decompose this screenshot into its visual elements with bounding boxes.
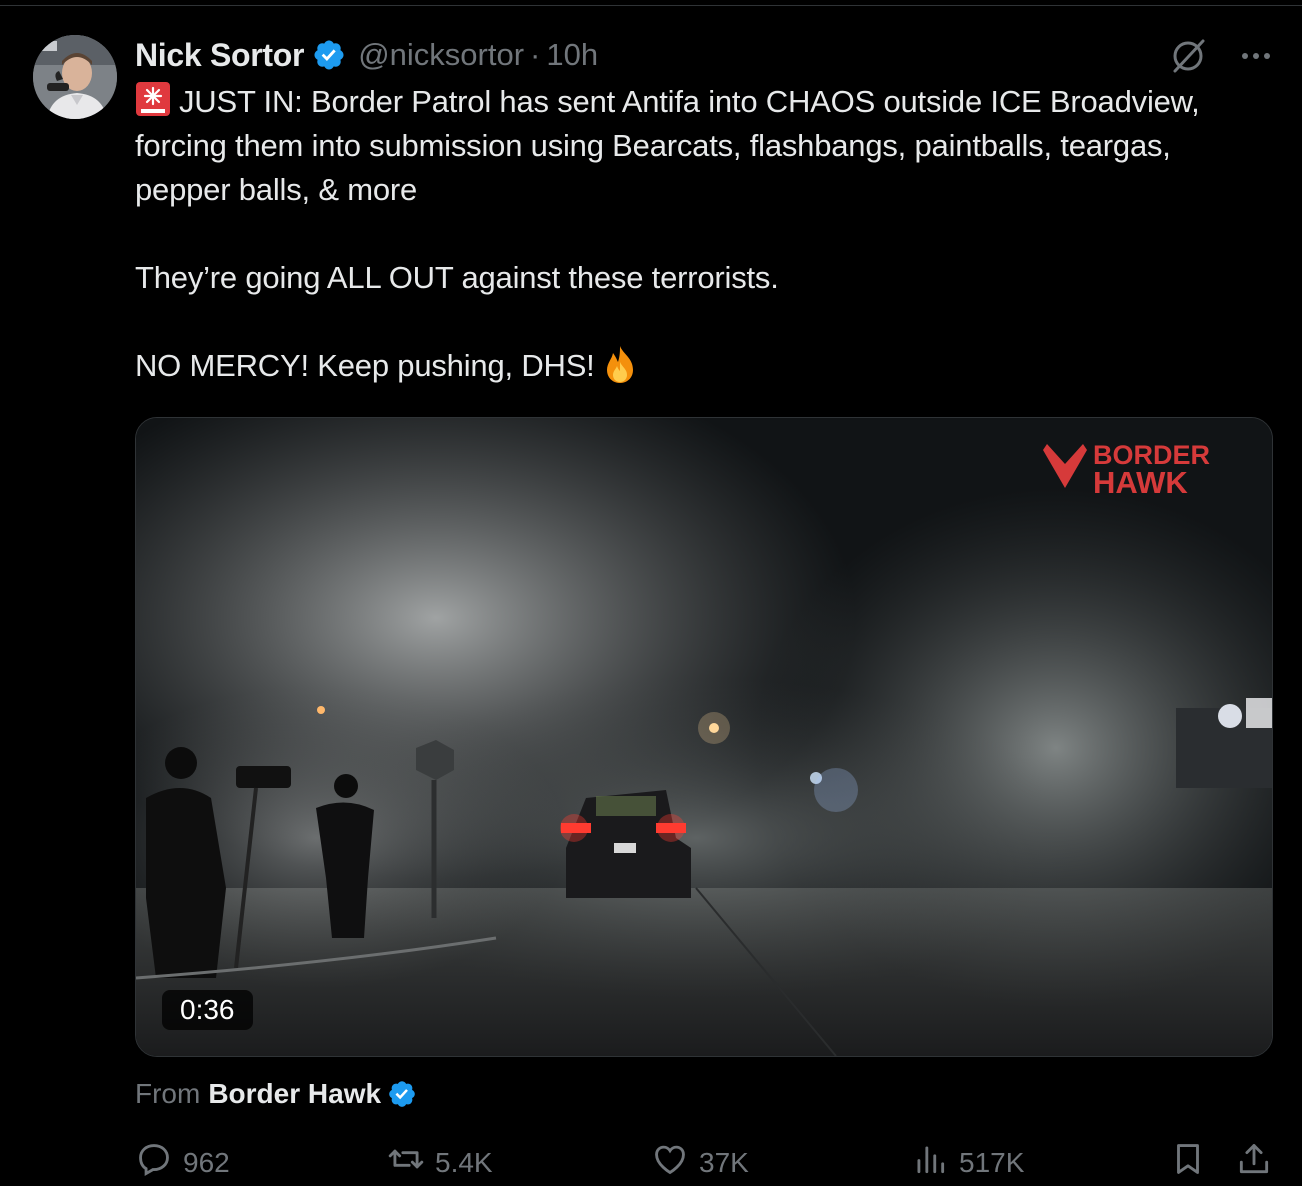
author-name[interactable]: Nick Sortor	[135, 37, 304, 74]
attribution-label: From	[135, 1078, 201, 1109]
attribution-source[interactable]: Border Hawk	[208, 1078, 381, 1110]
reply-button[interactable]: 962	[135, 1140, 230, 1185]
verified-badge-icon[interactable]	[312, 38, 346, 72]
video-player[interactable]: BORDER HAWK 0:36	[135, 417, 1273, 1057]
watermark-logo: BORDER HAWK	[1043, 436, 1258, 500]
post-text-closing: NO MERCY! Keep pushing, DHS!	[135, 348, 595, 383]
video-frame	[136, 418, 1272, 1056]
avatar[interactable]	[33, 35, 117, 119]
post-top-actions	[1168, 36, 1274, 81]
media-attribution: From Border Hawk	[135, 1074, 417, 1114]
reply-icon	[135, 1140, 183, 1185]
separator-dot: ·	[530, 37, 541, 72]
repost-icon	[387, 1140, 435, 1185]
like-count: 37K	[699, 1146, 749, 1178]
fire-emoji-icon	[601, 344, 639, 384]
post-line-2: They’re going ALL OUT against these terr…	[135, 260, 779, 295]
views-count: 517K	[959, 1146, 1025, 1178]
bookmark-button[interactable]	[1169, 1140, 1207, 1185]
repost-count: 5.4K	[435, 1146, 493, 1178]
reply-count: 962	[183, 1146, 230, 1178]
post-text-main: JUST IN: Border Patrol has sent Antifa i…	[135, 84, 1200, 207]
author-handle[interactable]: @nicksortor	[358, 37, 524, 73]
post-line-3: NO MERCY! Keep pushing, DHS!	[135, 344, 1265, 388]
post-time[interactable]: 10h	[546, 37, 598, 73]
like-button[interactable]: 37K	[651, 1140, 749, 1185]
like-icon	[651, 1140, 699, 1185]
bookmark-icon	[1169, 1140, 1207, 1185]
video-duration: 0:36	[162, 990, 253, 1030]
post-line-1: JUST IN: Border Patrol has sent Antifa i…	[135, 80, 1265, 212]
grok-icon[interactable]	[1168, 36, 1208, 81]
post-text: JUST IN: Border Patrol has sent Antifa i…	[135, 80, 1265, 388]
share-icon	[1235, 1140, 1273, 1185]
share-button[interactable]	[1235, 1140, 1273, 1185]
post-actions: 962 5.4K 37K 517K	[135, 1140, 1275, 1184]
source-verified-badge-icon	[387, 1079, 417, 1109]
tweet[interactable]: Nick Sortor @nicksortor · 10h JUST IN: B…	[0, 0, 1302, 1186]
repost-button[interactable]: 5.4K	[387, 1140, 493, 1185]
siren-emoji-icon	[135, 81, 171, 117]
svg-text:HAWK: HAWK	[1093, 465, 1188, 496]
views-button[interactable]: 517K	[911, 1140, 1024, 1185]
post-header: Nick Sortor @nicksortor · 10h	[135, 34, 598, 76]
views-icon	[911, 1140, 959, 1185]
more-icon[interactable]	[1238, 38, 1274, 79]
